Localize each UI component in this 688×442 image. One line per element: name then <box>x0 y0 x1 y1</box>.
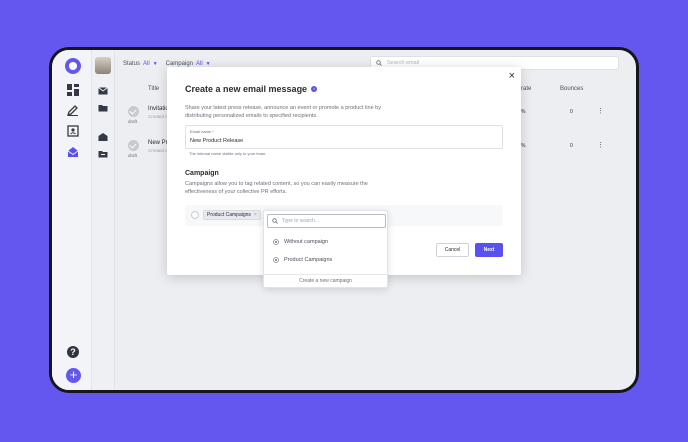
help-icon[interactable]: ? <box>67 346 79 358</box>
email-name-value[interactable]: New Product Release <box>190 138 243 144</box>
campaign-radio[interactable] <box>191 211 199 219</box>
status-filter[interactable]: Status All ▼ <box>123 61 158 67</box>
modal-title-text: Create a new email message <box>185 84 308 94</box>
pen-icon[interactable] <box>67 104 79 116</box>
email-name-label: Email name * <box>190 129 214 134</box>
row-subtitle: Created a <box>148 114 168 119</box>
campaign-dropdown: Type to search... Without campaign Produ… <box>263 210 388 288</box>
remove-tag-icon[interactable]: × <box>254 212 257 218</box>
more-icon[interactable]: ⋮ <box>597 107 604 115</box>
radio-icon <box>273 239 279 245</box>
secondary-rail <box>92 50 115 390</box>
campaign-heading: Campaign <box>185 170 219 177</box>
next-button[interactable]: Next <box>475 243 503 257</box>
status-filter-value: All <box>143 61 150 67</box>
email-icon[interactable] <box>67 146 79 158</box>
row-bounces: 0 <box>570 143 573 149</box>
create-campaign-link[interactable]: Create a new campaign <box>264 274 387 287</box>
search-placeholder: Search email <box>387 60 420 66</box>
main-rail: ? + <box>52 50 92 390</box>
selected-campaign-tag[interactable]: Product Campaigns × <box>203 210 261 220</box>
draft-status-icon <box>128 140 139 151</box>
logo-icon[interactable] <box>65 58 81 74</box>
modal-title: Create a new email message i <box>185 84 318 94</box>
chevron-down-icon: ▼ <box>152 61 158 67</box>
add-icon[interactable]: + <box>66 368 81 383</box>
row-rate: % <box>521 109 526 115</box>
option-without-campaign[interactable]: Without campaign <box>273 239 328 245</box>
contacts-icon[interactable] <box>67 125 79 137</box>
campaign-search-placeholder: Type to search... <box>282 218 319 224</box>
row-subtitle: Created a <box>148 148 168 153</box>
column-title[interactable]: Title <box>148 86 159 92</box>
row-status: draft <box>128 153 138 158</box>
avatar[interactable] <box>95 57 111 74</box>
folder-icon[interactable] <box>98 103 108 113</box>
cancel-button[interactable]: Cancel <box>436 243 469 257</box>
column-bounces[interactable]: Bounces <box>560 86 583 92</box>
radio-icon <box>273 257 279 263</box>
row-bounces: 0 <box>570 109 573 115</box>
option-product-campaigns[interactable]: Product Campaigns <box>273 257 332 263</box>
info-icon[interactable]: i <box>311 86 318 92</box>
row-rate: % <box>521 143 526 149</box>
draft-status-icon <box>128 106 139 117</box>
campaign-search-input[interactable]: Type to search... <box>267 214 386 228</box>
email-name-hint: The internal name visible only to your t… <box>189 151 267 156</box>
column-rate[interactable]: rate <box>521 86 531 92</box>
campaign-description: Campaigns allow you to tag related conte… <box>185 181 368 195</box>
status-filter-label: Status <box>123 61 141 67</box>
option-label: Product Campaigns <box>284 257 333 263</box>
option-label: Without campaign <box>284 239 329 245</box>
sent-icon[interactable] <box>98 132 108 142</box>
archive-icon[interactable] <box>98 149 108 159</box>
search-icon <box>376 60 382 66</box>
email-name-field[interactable]: Email name * New Product Release <box>185 125 503 149</box>
more-icon[interactable]: ⋮ <box>597 141 604 149</box>
inbox-icon[interactable] <box>98 86 108 96</box>
row-status: draft <box>128 119 138 124</box>
modal-intro: Share your latest press release, announc… <box>185 105 381 119</box>
selected-campaign-text: Product Campaigns <box>207 212 251 218</box>
search-icon <box>272 218 278 224</box>
dashboard-icon[interactable] <box>67 84 79 96</box>
row-title[interactable]: Invitatio <box>148 106 169 112</box>
close-icon[interactable]: × <box>509 70 515 82</box>
